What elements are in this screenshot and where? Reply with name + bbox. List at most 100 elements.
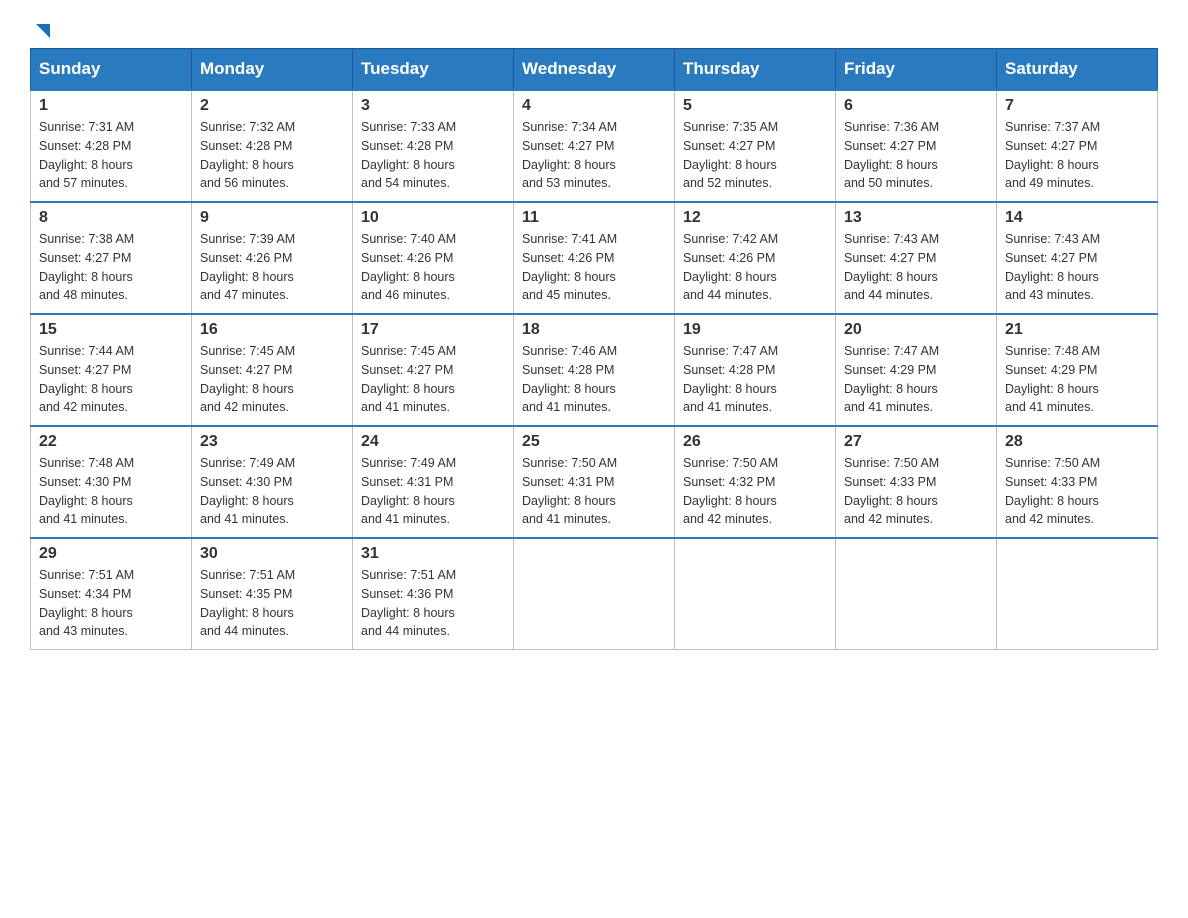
week-row-2: 8 Sunrise: 7:38 AMSunset: 4:27 PMDayligh… xyxy=(31,202,1158,314)
logo-icon xyxy=(32,20,54,42)
day-number: 3 xyxy=(361,97,505,115)
day-info: Sunrise: 7:46 AMSunset: 4:28 PMDaylight:… xyxy=(522,344,617,414)
day-info: Sunrise: 7:50 AMSunset: 4:32 PMDaylight:… xyxy=(683,456,778,526)
calendar-cell: 23 Sunrise: 7:49 AMSunset: 4:30 PMDaylig… xyxy=(192,426,353,538)
day-number: 4 xyxy=(522,97,666,115)
day-info: Sunrise: 7:32 AMSunset: 4:28 PMDaylight:… xyxy=(200,120,295,190)
day-info: Sunrise: 7:41 AMSunset: 4:26 PMDaylight:… xyxy=(522,232,617,302)
day-header-friday: Friday xyxy=(836,49,997,91)
day-info: Sunrise: 7:48 AMSunset: 4:29 PMDaylight:… xyxy=(1005,344,1100,414)
day-number: 23 xyxy=(200,433,344,451)
day-info: Sunrise: 7:43 AMSunset: 4:27 PMDaylight:… xyxy=(844,232,939,302)
calendar-cell: 13 Sunrise: 7:43 AMSunset: 4:27 PMDaylig… xyxy=(836,202,997,314)
day-number: 1 xyxy=(39,97,183,115)
day-info: Sunrise: 7:47 AMSunset: 4:29 PMDaylight:… xyxy=(844,344,939,414)
week-row-4: 22 Sunrise: 7:48 AMSunset: 4:30 PMDaylig… xyxy=(31,426,1158,538)
week-row-5: 29 Sunrise: 7:51 AMSunset: 4:34 PMDaylig… xyxy=(31,538,1158,650)
day-info: Sunrise: 7:50 AMSunset: 4:33 PMDaylight:… xyxy=(844,456,939,526)
day-info: Sunrise: 7:50 AMSunset: 4:31 PMDaylight:… xyxy=(522,456,617,526)
day-header-tuesday: Tuesday xyxy=(353,49,514,91)
day-info: Sunrise: 7:39 AMSunset: 4:26 PMDaylight:… xyxy=(200,232,295,302)
day-info: Sunrise: 7:33 AMSunset: 4:28 PMDaylight:… xyxy=(361,120,456,190)
day-number: 24 xyxy=(361,433,505,451)
day-number: 7 xyxy=(1005,97,1149,115)
day-info: Sunrise: 7:50 AMSunset: 4:33 PMDaylight:… xyxy=(1005,456,1100,526)
day-number: 6 xyxy=(844,97,988,115)
day-number: 18 xyxy=(522,321,666,339)
calendar-cell: 27 Sunrise: 7:50 AMSunset: 4:33 PMDaylig… xyxy=(836,426,997,538)
calendar-cell: 20 Sunrise: 7:47 AMSunset: 4:29 PMDaylig… xyxy=(836,314,997,426)
calendar-header-row: SundayMondayTuesdayWednesdayThursdayFrid… xyxy=(31,49,1158,91)
day-info: Sunrise: 7:31 AMSunset: 4:28 PMDaylight:… xyxy=(39,120,134,190)
calendar-cell: 2 Sunrise: 7:32 AMSunset: 4:28 PMDayligh… xyxy=(192,90,353,202)
day-info: Sunrise: 7:48 AMSunset: 4:30 PMDaylight:… xyxy=(39,456,134,526)
day-number: 16 xyxy=(200,321,344,339)
day-info: Sunrise: 7:35 AMSunset: 4:27 PMDaylight:… xyxy=(683,120,778,190)
calendar-cell: 11 Sunrise: 7:41 AMSunset: 4:26 PMDaylig… xyxy=(514,202,675,314)
day-number: 27 xyxy=(844,433,988,451)
day-number: 26 xyxy=(683,433,827,451)
day-number: 11 xyxy=(522,209,666,227)
calendar-cell: 24 Sunrise: 7:49 AMSunset: 4:31 PMDaylig… xyxy=(353,426,514,538)
calendar-cell: 31 Sunrise: 7:51 AMSunset: 4:36 PMDaylig… xyxy=(353,538,514,650)
day-info: Sunrise: 7:47 AMSunset: 4:28 PMDaylight:… xyxy=(683,344,778,414)
calendar-cell: 16 Sunrise: 7:45 AMSunset: 4:27 PMDaylig… xyxy=(192,314,353,426)
calendar-cell: 7 Sunrise: 7:37 AMSunset: 4:27 PMDayligh… xyxy=(997,90,1158,202)
day-header-thursday: Thursday xyxy=(675,49,836,91)
calendar-table: SundayMondayTuesdayWednesdayThursdayFrid… xyxy=(30,48,1158,650)
day-number: 12 xyxy=(683,209,827,227)
day-info: Sunrise: 7:51 AMSunset: 4:35 PMDaylight:… xyxy=(200,568,295,638)
day-info: Sunrise: 7:49 AMSunset: 4:31 PMDaylight:… xyxy=(361,456,456,526)
day-number: 15 xyxy=(39,321,183,339)
calendar-cell: 21 Sunrise: 7:48 AMSunset: 4:29 PMDaylig… xyxy=(997,314,1158,426)
day-number: 17 xyxy=(361,321,505,339)
day-info: Sunrise: 7:44 AMSunset: 4:27 PMDaylight:… xyxy=(39,344,134,414)
day-info: Sunrise: 7:38 AMSunset: 4:27 PMDaylight:… xyxy=(39,232,134,302)
calendar-cell xyxy=(675,538,836,650)
day-header-monday: Monday xyxy=(192,49,353,91)
calendar-cell: 14 Sunrise: 7:43 AMSunset: 4:27 PMDaylig… xyxy=(997,202,1158,314)
calendar-cell: 29 Sunrise: 7:51 AMSunset: 4:34 PMDaylig… xyxy=(31,538,192,650)
calendar-cell: 22 Sunrise: 7:48 AMSunset: 4:30 PMDaylig… xyxy=(31,426,192,538)
calendar-cell: 26 Sunrise: 7:50 AMSunset: 4:32 PMDaylig… xyxy=(675,426,836,538)
calendar-cell: 5 Sunrise: 7:35 AMSunset: 4:27 PMDayligh… xyxy=(675,90,836,202)
day-header-sunday: Sunday xyxy=(31,49,192,91)
day-number: 13 xyxy=(844,209,988,227)
day-number: 14 xyxy=(1005,209,1149,227)
day-number: 25 xyxy=(522,433,666,451)
day-info: Sunrise: 7:36 AMSunset: 4:27 PMDaylight:… xyxy=(844,120,939,190)
calendar-cell: 3 Sunrise: 7:33 AMSunset: 4:28 PMDayligh… xyxy=(353,90,514,202)
calendar-cell: 17 Sunrise: 7:45 AMSunset: 4:27 PMDaylig… xyxy=(353,314,514,426)
calendar-cell: 6 Sunrise: 7:36 AMSunset: 4:27 PMDayligh… xyxy=(836,90,997,202)
calendar-cell: 18 Sunrise: 7:46 AMSunset: 4:28 PMDaylig… xyxy=(514,314,675,426)
day-info: Sunrise: 7:42 AMSunset: 4:26 PMDaylight:… xyxy=(683,232,778,302)
day-info: Sunrise: 7:45 AMSunset: 4:27 PMDaylight:… xyxy=(361,344,456,414)
logo xyxy=(30,20,54,38)
day-number: 8 xyxy=(39,209,183,227)
day-info: Sunrise: 7:40 AMSunset: 4:26 PMDaylight:… xyxy=(361,232,456,302)
day-info: Sunrise: 7:49 AMSunset: 4:30 PMDaylight:… xyxy=(200,456,295,526)
calendar-cell: 8 Sunrise: 7:38 AMSunset: 4:27 PMDayligh… xyxy=(31,202,192,314)
day-number: 30 xyxy=(200,545,344,563)
day-info: Sunrise: 7:34 AMSunset: 4:27 PMDaylight:… xyxy=(522,120,617,190)
day-number: 21 xyxy=(1005,321,1149,339)
day-number: 19 xyxy=(683,321,827,339)
day-number: 31 xyxy=(361,545,505,563)
calendar-cell: 19 Sunrise: 7:47 AMSunset: 4:28 PMDaylig… xyxy=(675,314,836,426)
week-row-1: 1 Sunrise: 7:31 AMSunset: 4:28 PMDayligh… xyxy=(31,90,1158,202)
day-info: Sunrise: 7:45 AMSunset: 4:27 PMDaylight:… xyxy=(200,344,295,414)
calendar-cell: 15 Sunrise: 7:44 AMSunset: 4:27 PMDaylig… xyxy=(31,314,192,426)
calendar-cell xyxy=(997,538,1158,650)
calendar-cell xyxy=(514,538,675,650)
day-info: Sunrise: 7:51 AMSunset: 4:34 PMDaylight:… xyxy=(39,568,134,638)
calendar-cell: 9 Sunrise: 7:39 AMSunset: 4:26 PMDayligh… xyxy=(192,202,353,314)
day-number: 28 xyxy=(1005,433,1149,451)
calendar-cell: 1 Sunrise: 7:31 AMSunset: 4:28 PMDayligh… xyxy=(31,90,192,202)
page-header xyxy=(30,20,1158,38)
calendar-cell: 28 Sunrise: 7:50 AMSunset: 4:33 PMDaylig… xyxy=(997,426,1158,538)
day-info: Sunrise: 7:43 AMSunset: 4:27 PMDaylight:… xyxy=(1005,232,1100,302)
calendar-cell: 12 Sunrise: 7:42 AMSunset: 4:26 PMDaylig… xyxy=(675,202,836,314)
day-info: Sunrise: 7:37 AMSunset: 4:27 PMDaylight:… xyxy=(1005,120,1100,190)
week-row-3: 15 Sunrise: 7:44 AMSunset: 4:27 PMDaylig… xyxy=(31,314,1158,426)
day-info: Sunrise: 7:51 AMSunset: 4:36 PMDaylight:… xyxy=(361,568,456,638)
